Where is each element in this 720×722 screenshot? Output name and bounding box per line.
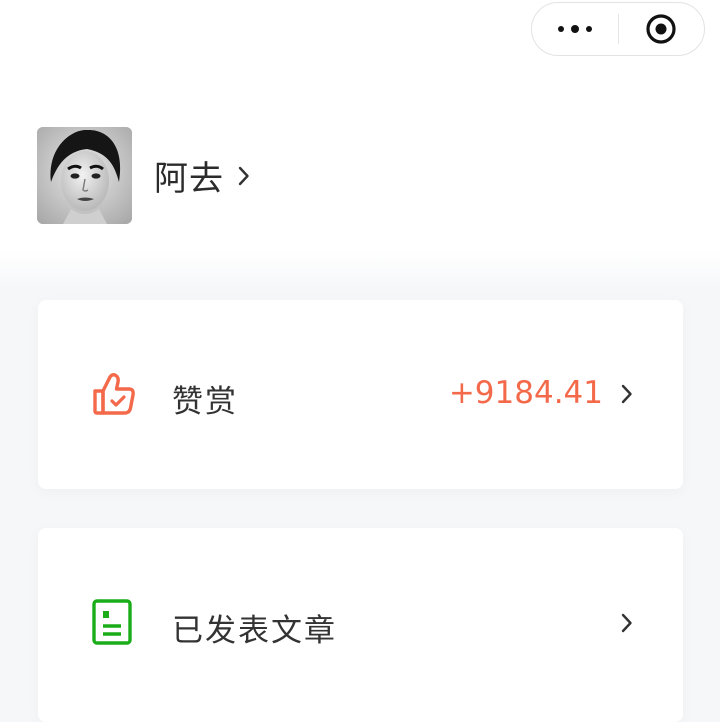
chevron-right-icon: [621, 383, 633, 409]
document-icon: [91, 598, 133, 650]
capsule-menu: [531, 2, 705, 56]
target-close-icon: [646, 14, 676, 44]
articles-card[interactable]: 已发表文章: [38, 528, 683, 722]
profile-name: 阿去: [154, 159, 224, 199]
articles-label: 已发表文章: [172, 613, 337, 649]
more-button[interactable]: [532, 3, 618, 55]
close-button[interactable]: [619, 3, 705, 55]
reward-label: 赞赏: [172, 384, 238, 420]
chevron-right-icon: [238, 165, 250, 187]
page: 阿去 赞赏 +9184.41 已发表文章: [0, 0, 720, 722]
thumbs-up-icon: [91, 371, 137, 421]
reward-card[interactable]: 赞赏 +9184.41: [38, 300, 683, 489]
more-dots-icon: [557, 25, 592, 33]
avatar[interactable]: [37, 127, 132, 224]
reward-amount: +9184.41: [448, 375, 603, 411]
chevron-right-icon: [621, 612, 633, 638]
profile-row[interactable]: 阿去: [37, 127, 250, 224]
